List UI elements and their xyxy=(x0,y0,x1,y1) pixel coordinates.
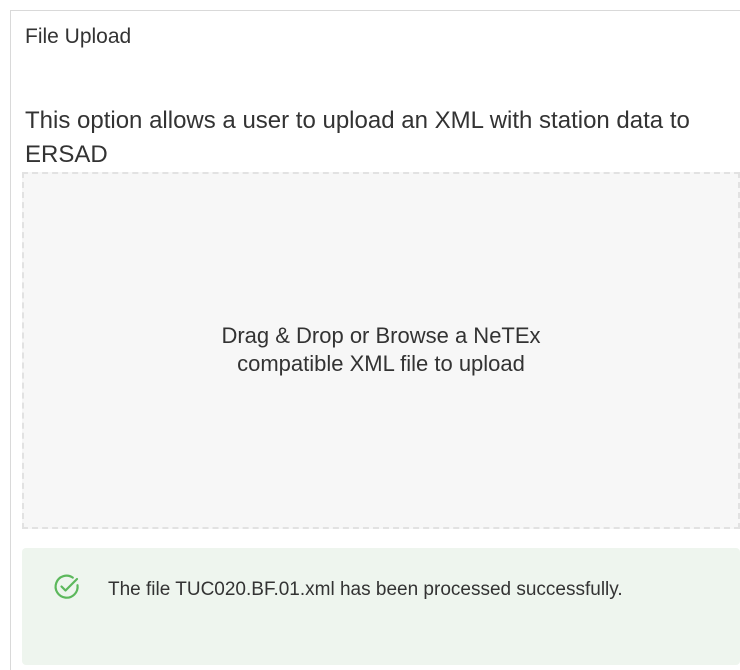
dropzone-text-line1: Drag & Drop or Browse a NeTEx xyxy=(221,323,541,348)
file-upload-panel: File Upload This option allows a user to… xyxy=(10,10,740,670)
dropzone-text: Drag & Drop or Browse a NeTEx compatible… xyxy=(24,322,738,378)
panel-title: File Upload xyxy=(25,25,132,48)
file-dropzone[interactable]: Drag & Drop or Browse a NeTEx compatible… xyxy=(22,172,740,529)
check-circle-icon xyxy=(52,572,82,602)
panel-description: This option allows a user to upload an X… xyxy=(25,107,690,168)
success-message: The file TUC020.BF.01.xml has been proce… xyxy=(108,579,623,600)
success-alert: The file TUC020.BF.01.xml has been proce… xyxy=(22,548,740,665)
dropzone-text-line2: compatible XML file to upload xyxy=(237,351,525,376)
